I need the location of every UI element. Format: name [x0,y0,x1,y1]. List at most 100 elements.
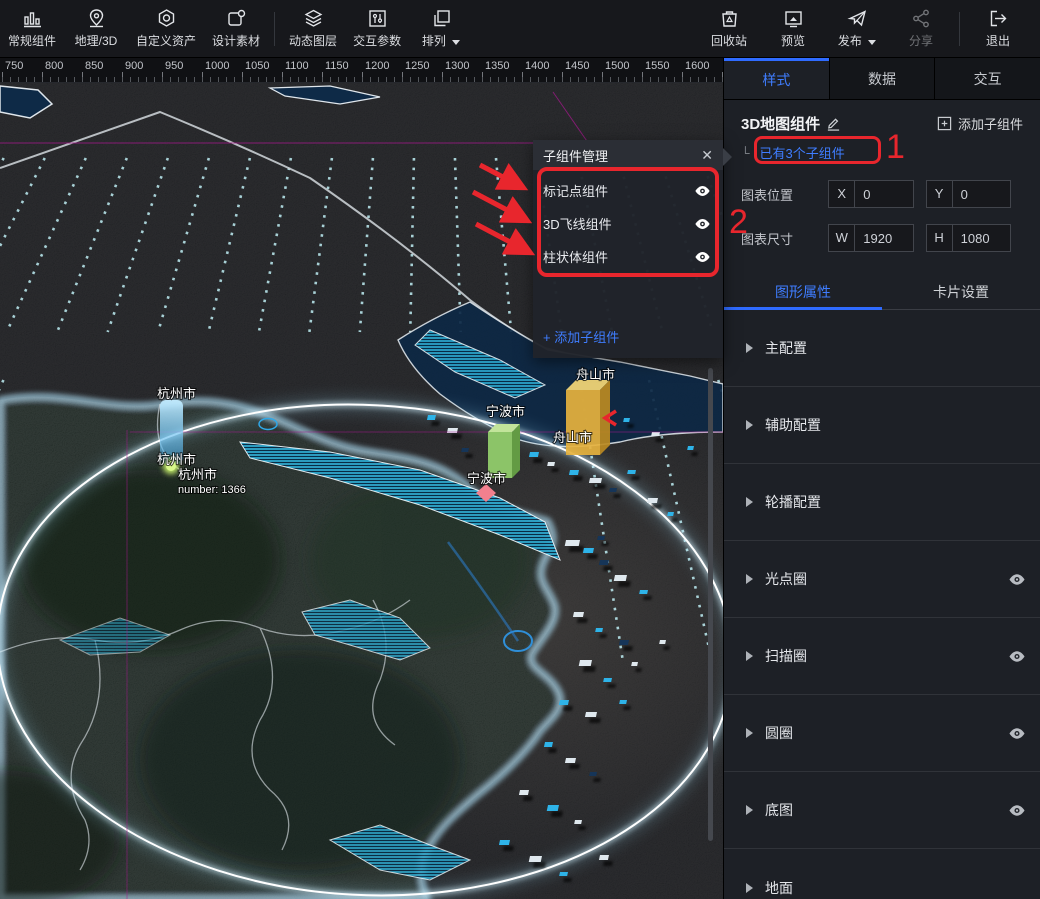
section-辅助配置[interactable]: 辅助配置 [724,387,1040,464]
field-key: H [927,225,953,251]
toolbar-item-exit[interactable]: 退出 [966,0,1030,57]
trash-icon [719,8,740,29]
eye-icon[interactable] [1008,650,1026,663]
toolbar-item-hexagon[interactable]: 自定义资产 [128,0,204,57]
add-subcomponent-button[interactable]: 添加子组件 [937,114,1023,133]
toolbar-item-map-pin[interactable]: 地理/3D [64,0,128,57]
preview-icon [783,8,804,29]
section-扫描圈[interactable]: 扫描圈 [724,618,1040,695]
field-key: X [829,181,855,207]
ruler-label: 900 [125,60,143,72]
tab-数据[interactable]: 数据 [829,58,935,99]
ruler-label: 1500 [605,60,629,72]
toolbar-item-label: 设计素材 [212,32,260,49]
toolbar-item-trash[interactable]: 回收站 [697,0,761,57]
marker-ningbo-column[interactable] [488,424,520,478]
caret-right-icon[interactable] [746,497,753,507]
size-w-input[interactable]: W 1920 [828,224,913,252]
edit-pencil-icon[interactable] [826,116,841,131]
field-value[interactable]: 0 [953,187,1010,202]
tree-connector: └ [741,146,750,160]
map-label: 宁波市 [467,471,506,486]
field-key: W [829,225,855,251]
component-title-row: 3D地图组件 [741,113,841,134]
field-key: Y [927,181,953,207]
caret-right-icon[interactable] [746,651,753,661]
toolbar-item-sliders[interactable]: 交互参数 [345,0,409,57]
caret-right-icon[interactable] [746,728,753,738]
shape-asset-icon [226,8,247,29]
eye-icon[interactable] [694,185,711,197]
section-光点圈[interactable]: 光点圈 [724,541,1040,618]
map-label: 杭州市 [157,386,196,401]
chart-position-label: 图表位置 [741,185,828,204]
field-value[interactable]: 1920 [855,231,912,246]
toolbar-item-bar-chart[interactable]: 常规组件 [0,0,64,57]
position-x-input[interactable]: X 0 [828,180,913,208]
subcomponent-item-label: 3D飞线组件 [543,214,612,233]
toolbar-item-preview[interactable]: 预览 [761,0,825,57]
tab-交互[interactable]: 交互 [934,58,1040,99]
property-sections: 主配置 辅助配置 轮播配置 光点圈 扫描圈 圆圈 底图 地面 [724,310,1040,899]
subcomponent-item-label: 柱状体组件 [543,247,608,266]
ruler-label: 1300 [445,60,469,72]
caret-right-icon[interactable] [746,805,753,815]
section-圆圈[interactable]: 圆圈 [724,695,1040,772]
eye-icon[interactable] [1008,727,1026,740]
toolbar-item-shape-asset[interactable]: 设计素材 [204,0,268,57]
existing-subcomponents-link[interactable]: 已有3个子组件 [756,141,849,164]
eye-icon[interactable] [1008,804,1026,817]
toolbar-item-label: 分享 [909,32,933,49]
inner-tab-图形属性[interactable]: 图形属性 [724,274,882,309]
section-底图[interactable]: 底图 [724,772,1040,849]
caret-right-icon[interactable] [746,574,753,584]
section-label: 辅助配置 [765,415,1026,435]
exit-icon [988,8,1009,29]
position-y-input[interactable]: Y 0 [926,180,1011,208]
chart-size-label: 图表尺寸 [741,229,828,248]
ruler-label: 1200 [365,60,389,72]
square-plus-icon [937,116,952,131]
section-label: 扫描圈 [765,646,1008,666]
section-地面[interactable]: 地面 [724,849,1040,899]
toolbar-item-layers[interactable]: 动态图层 [281,0,345,57]
caret-right-icon[interactable] [746,343,753,353]
chevron-down-icon [452,40,460,45]
size-h-input[interactable]: H 1080 [926,224,1011,252]
map-label: 宁波市 [486,404,525,419]
panel-title: 子组件管理 [543,146,608,165]
subcomponent-item[interactable]: 柱状体组件 [533,240,723,273]
section-label: 光点圈 [765,569,1008,589]
toolbar-item-label: 自定义资产 [136,32,196,49]
caret-right-icon[interactable] [746,883,753,893]
field-value[interactable]: 0 [855,187,912,202]
eye-icon[interactable] [1008,573,1026,586]
eye-icon[interactable] [694,218,711,230]
field-value[interactable]: 1080 [953,231,1010,246]
publish-icon [847,8,868,29]
layers-icon [303,8,324,29]
map-canvas[interactable]: 杭州市 杭州市 杭州市 number: 1366 宁波市 宁波市 舟山市 舟山市… [0,0,723,899]
ruler-label: 1050 [245,60,269,72]
inner-tab-卡片设置[interactable]: 卡片设置 [882,274,1040,309]
toolbar-item-publish[interactable]: 发布 [825,0,889,57]
property-tabs: 图形属性卡片设置 [724,274,1040,310]
tab-样式[interactable]: 样式 [724,58,829,99]
hexagon-icon [156,8,177,29]
ruler-label: 1400 [525,60,549,72]
eye-icon[interactable] [694,251,711,263]
ruler-label: 1000 [205,60,229,72]
subcomponent-item[interactable]: 3D飞线组件 [533,207,723,240]
close-icon[interactable]: ✕ [701,148,713,162]
caret-right-icon[interactable] [746,420,753,430]
map-scene-svg[interactable]: 杭州市 杭州市 杭州市 number: 1366 宁波市 宁波市 舟山市 舟山市 [0,0,723,899]
section-轮播配置[interactable]: 轮播配置 [724,464,1040,541]
canvas-scrollbar[interactable] [708,368,713,841]
share-icon [911,8,932,29]
subcomponent-item[interactable]: 标记点组件 [533,174,723,207]
toolbar-item-arrange[interactable]: 排列 [409,0,473,57]
map-label-number: number: 1366 [178,484,246,496]
map-label: 舟山市 [553,430,592,445]
section-主配置[interactable]: 主配置 [724,310,1040,387]
add-subcomponent-link[interactable]: + 添加子组件 [533,327,723,358]
